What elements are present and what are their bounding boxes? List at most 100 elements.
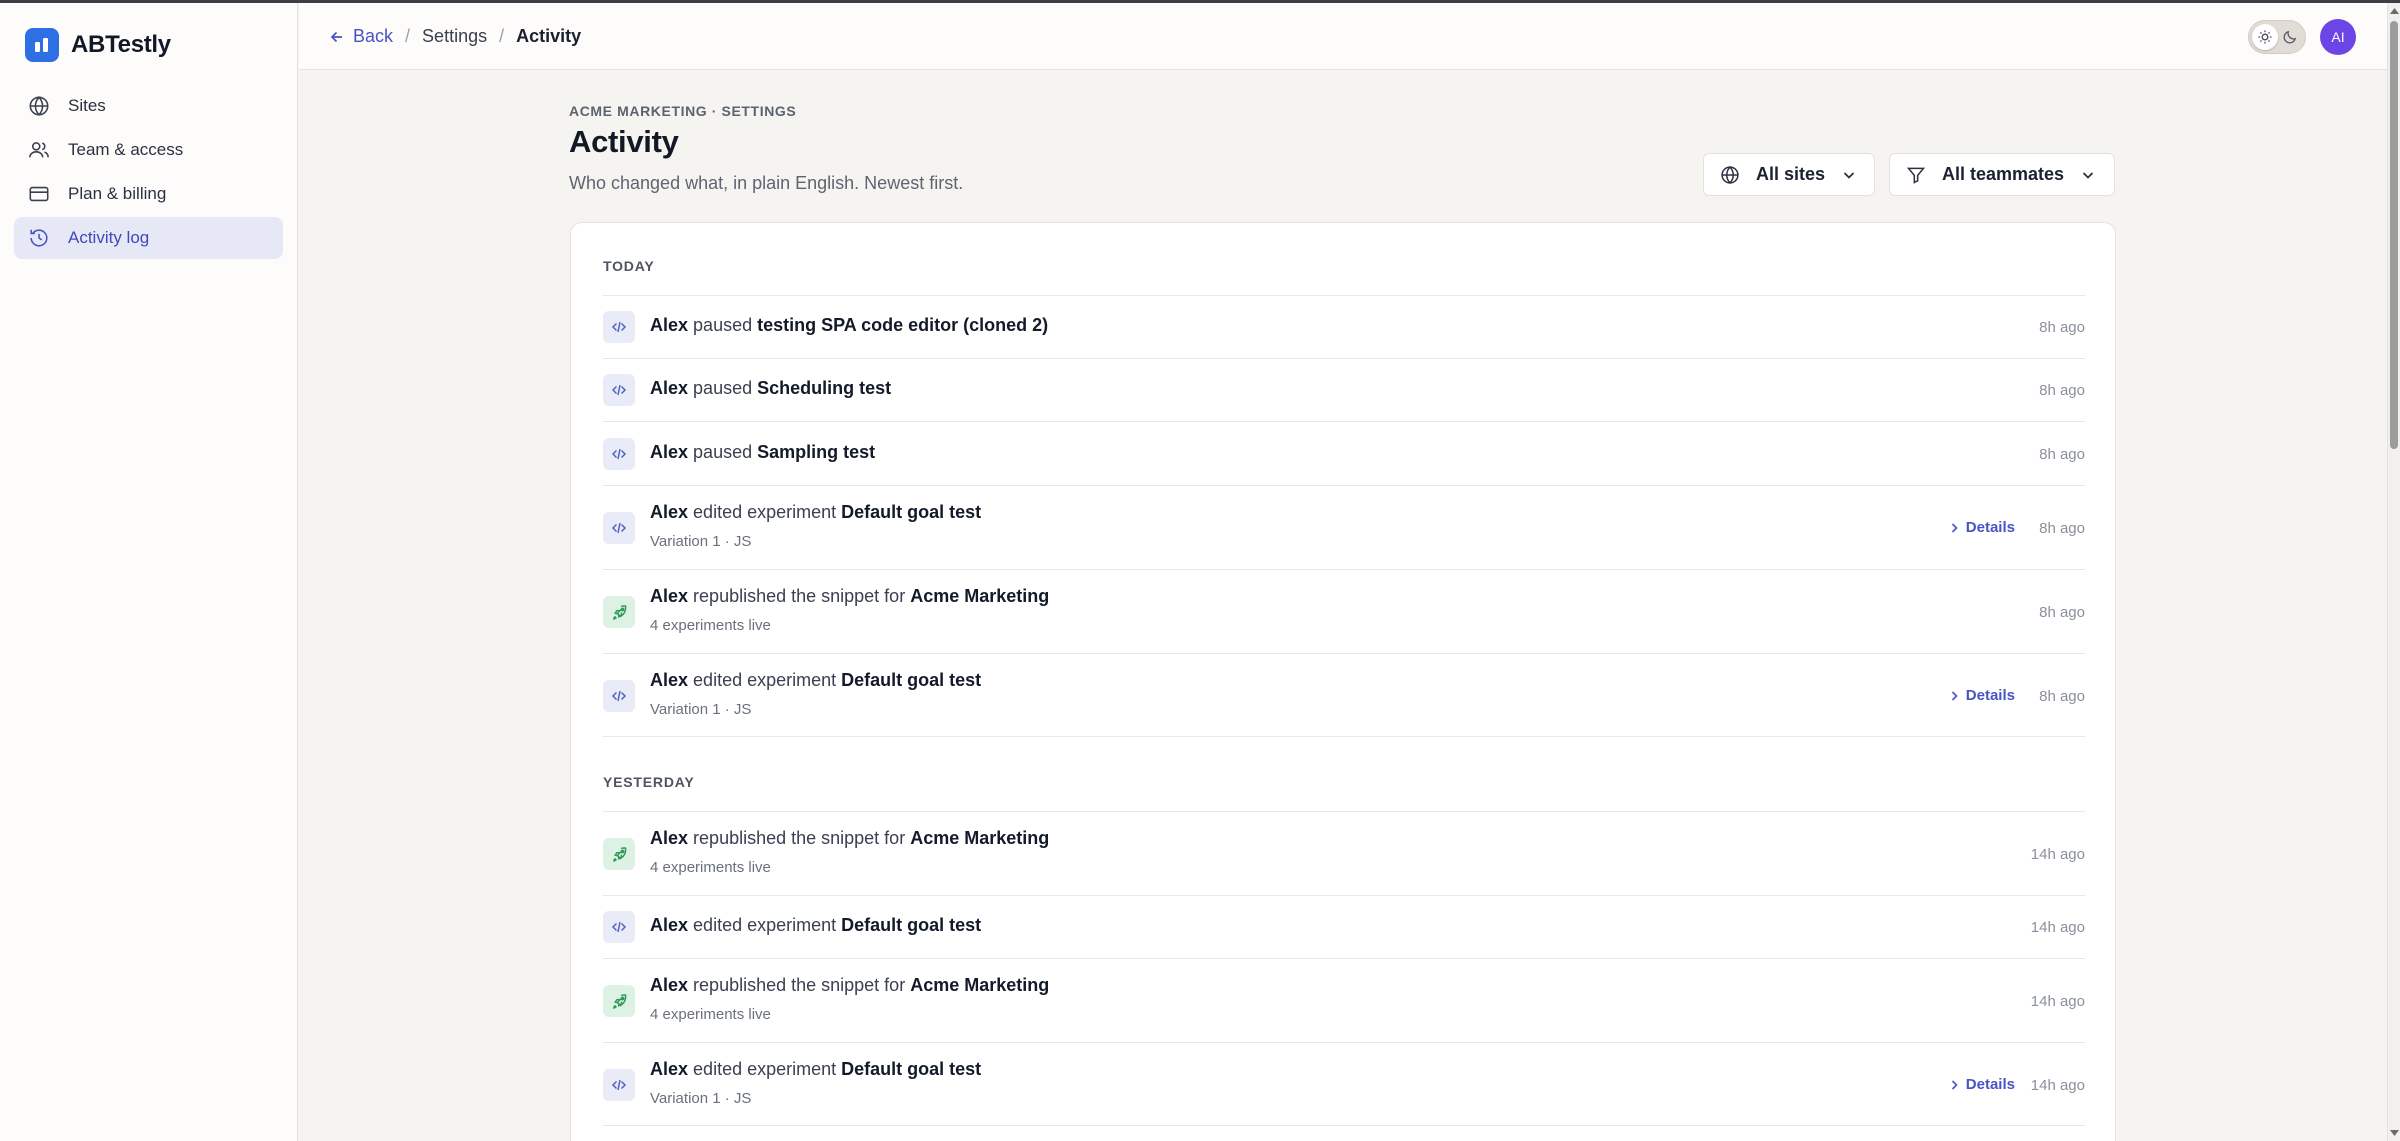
arrow-left-icon xyxy=(330,31,342,42)
sidebar-item-sites[interactable]: Sites xyxy=(14,85,283,127)
activity-text: Alex paused Scheduling test xyxy=(650,378,891,399)
activity-row[interactable]: Alex republished the snippet for Acme Ma… xyxy=(603,958,2085,1042)
activity-row[interactable]: Alex edited experiment Default goal test… xyxy=(603,1042,2085,1126)
code-icon xyxy=(603,680,635,712)
breadcrumb-separator: / xyxy=(499,26,505,46)
activity-row[interactable]: Alex republished the snippet for Acme Ma… xyxy=(603,569,2085,653)
activity-row[interactable]: Alex paused testing SPA code editor (clo… xyxy=(603,295,2085,358)
teammates-filter-label: All teammates xyxy=(1942,164,2065,184)
brand-logo-icon xyxy=(25,28,59,62)
back-link[interactable]: Back xyxy=(329,26,393,47)
activity-target: Default goal test xyxy=(841,1059,982,1079)
sidebar-item-label: Sites xyxy=(68,96,106,115)
activity-verb: edited experiment xyxy=(693,670,837,690)
rocket-icon xyxy=(603,596,635,628)
teammates-filter-dropdown[interactable]: All teammates xyxy=(1889,153,2115,196)
activity-target: Default goal test xyxy=(841,502,982,522)
details-toggle[interactable]: Details xyxy=(1950,1076,2015,1093)
activity-subtext: 4 experiments live xyxy=(650,1006,771,1023)
scroll-up-arrow-icon[interactable] xyxy=(2390,6,2399,16)
activity-time: 14h ago xyxy=(2030,1077,2085,1094)
activity-actor: Alex xyxy=(650,502,689,522)
activity-verb: paused xyxy=(693,378,753,398)
activity-time: 8h ago xyxy=(2039,319,2085,336)
theme-toggle[interactable] xyxy=(2248,20,2306,54)
sun-icon xyxy=(2252,24,2278,50)
page-eyebrow: ACME MARKETING · SETTINGS xyxy=(569,103,797,119)
globe-icon xyxy=(1720,165,1740,185)
activity-time: 14h ago xyxy=(2030,919,2085,936)
activity-row[interactable]: Alex republished the snippet for Acme Ma… xyxy=(603,811,2085,895)
brand-name: ABTestly xyxy=(71,31,171,58)
chevron-right-icon xyxy=(1951,690,1958,701)
history-icon xyxy=(28,227,50,249)
globe-icon xyxy=(28,95,50,117)
details-label: Details xyxy=(1965,519,2015,536)
sidebar-item-label: Activity log xyxy=(68,228,150,247)
activity-target: Default goal test xyxy=(841,915,982,935)
sidebar-item-team-access[interactable]: Team & access xyxy=(14,129,283,171)
activity-verb: paused xyxy=(693,315,753,335)
scroll-down-arrow-icon[interactable] xyxy=(2390,1128,2399,1138)
activity-actor: Alex xyxy=(650,975,689,995)
activity-target: Acme Marketing xyxy=(910,586,1050,606)
scrollbar-thumb[interactable] xyxy=(2390,21,2398,449)
moon-icon xyxy=(2282,29,2298,50)
activity-target: Acme Marketing xyxy=(910,975,1050,995)
breadcrumb-current: Activity xyxy=(516,26,582,46)
credit-card-icon xyxy=(28,183,50,205)
avatar[interactable]: AI xyxy=(2320,19,2356,55)
activity-time: 8h ago xyxy=(2039,382,2085,399)
activity-row[interactable]: Alex paused Scheduling test 8h ago xyxy=(603,358,2085,421)
users-icon xyxy=(28,139,50,161)
activity-verb: paused xyxy=(693,442,753,462)
back-label: Back xyxy=(353,26,394,46)
activity-verb: republished the snippet for xyxy=(693,975,906,995)
activity-actor: Alex xyxy=(650,1059,689,1079)
details-toggle[interactable]: Details xyxy=(1950,687,2015,704)
activity-time: 8h ago xyxy=(2039,446,2085,463)
activity-subtext: Variation 1 · JS xyxy=(650,1090,752,1107)
activity-verb: republished the snippet for xyxy=(693,828,906,848)
brand[interactable]: ABTestly xyxy=(25,28,171,62)
activity-row[interactable]: Alex edited experiment Default goal test… xyxy=(603,653,2085,737)
activity-text: Alex paused testing SPA code editor (clo… xyxy=(650,315,1048,336)
breadcrumb-settings[interactable]: Settings xyxy=(422,26,487,47)
code-icon xyxy=(603,512,635,544)
sidebar-item-label: Team & access xyxy=(68,140,184,159)
activity-row[interactable]: Alex paused Sampling test 8h ago xyxy=(603,421,2085,485)
activity-time: 14h ago xyxy=(2030,846,2085,863)
activity-text: Alex republished the snippet for Acme Ma… xyxy=(650,586,1049,607)
activity-time: 8h ago xyxy=(2039,604,2085,621)
activity-time: 8h ago xyxy=(2039,520,2085,537)
activity-actor: Alex xyxy=(650,315,689,335)
code-icon xyxy=(603,911,635,943)
breadcrumb-separator: / xyxy=(405,26,411,46)
chevron-down-icon xyxy=(1841,167,1857,183)
filter-icon xyxy=(1906,165,1926,185)
sites-filter-dropdown[interactable]: All sites xyxy=(1703,153,1875,196)
activity-subtext: 4 experiments live xyxy=(650,617,771,634)
details-toggle[interactable]: Details xyxy=(1950,519,2015,536)
sidebar-item-label: Plan & billing xyxy=(68,184,167,203)
rocket-icon xyxy=(603,985,635,1017)
activity-card: TODAY Alex paused testing SPA code edito… xyxy=(570,222,2116,1141)
section-label-today: TODAY xyxy=(603,258,655,274)
activity-row[interactable]: Alex edited experiment Default goal test… xyxy=(603,485,2085,569)
sidebar-item-activity-log[interactable]: Activity log xyxy=(14,217,283,259)
chevron-down-icon xyxy=(2080,167,2096,183)
page-scrollbar[interactable] xyxy=(2387,3,2400,1141)
activity-subtext: Variation 1 · JS xyxy=(650,701,752,718)
activity-text: Alex edited experiment Default goal test xyxy=(650,1059,981,1080)
sidebar: ABTestly Sites Team & access Plan & bill… xyxy=(0,3,298,1141)
activity-actor: Alex xyxy=(650,586,689,606)
activity-actor: Alex xyxy=(650,378,689,398)
activity-actor: Alex xyxy=(650,828,689,848)
window-top-border xyxy=(0,0,2400,3)
activity-text: Alex republished the snippet for Acme Ma… xyxy=(650,975,1049,996)
activity-text: Alex edited experiment Default goal test xyxy=(650,502,981,523)
sidebar-item-plan-billing[interactable]: Plan & billing xyxy=(14,173,283,215)
activity-target: Default goal test xyxy=(841,670,982,690)
activity-time: 14h ago xyxy=(2030,993,2085,1010)
activity-row[interactable]: Alex edited experiment Default goal test… xyxy=(603,895,2085,958)
